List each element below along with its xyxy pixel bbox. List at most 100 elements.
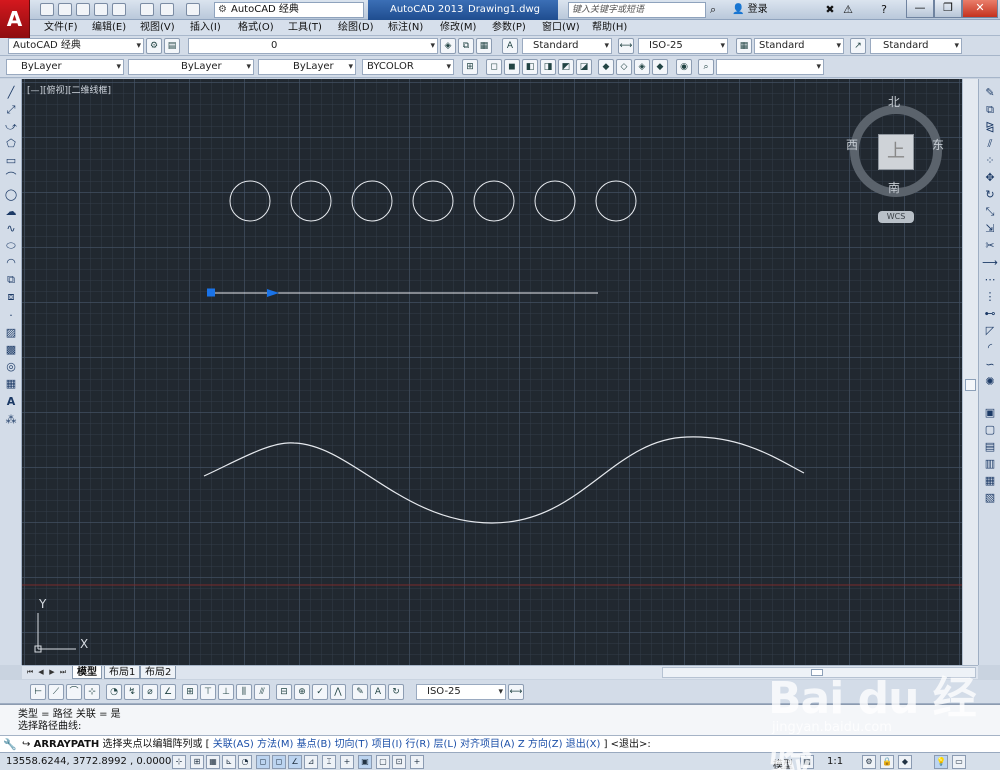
iso-nw-icon[interactable]: ◆ [652,59,668,75]
draworder-front-icon[interactable]: ▣ [982,405,998,420]
search-input[interactable]: 键入关键字或短语 [568,2,706,18]
chamfer-icon[interactable]: ◸ [982,323,998,338]
selection-cycling-icon[interactable]: ⊡ [392,755,406,769]
mirror-icon[interactable]: ⧎ [982,119,998,134]
revcloud-icon[interactable]: ☁ [3,204,19,219]
iso-sw-icon[interactable]: ◆ [598,59,614,75]
menu-parametric[interactable]: 参数(P) [492,21,526,35]
add-selected-icon[interactable]: ⁂ [3,412,19,427]
ordinate-icon[interactable]: ⊹ [84,684,100,700]
quick-dim-icon[interactable]: ⊞ [182,684,198,700]
object-snap-icon[interactable]: ◻ [256,755,270,769]
arc-icon[interactable]: ⌒ [3,170,19,185]
tab-layout2[interactable]: 布局2 [140,666,177,679]
array-circle[interactable] [351,180,393,222]
undo-icon[interactable] [160,3,174,16]
fillet-icon[interactable]: ◜ [982,340,998,355]
save-icon[interactable] [76,3,90,16]
menu-insert[interactable]: 插入(I) [190,21,221,35]
mtext-icon[interactable]: A [3,394,19,409]
clean-screen-icon[interactable]: ▭ [952,755,966,769]
menu-format[interactable]: 格式(O) [238,21,274,35]
vertical-scrollbar[interactable] [962,79,978,665]
option-rows[interactable]: 行(R) [406,739,431,750]
offset-icon[interactable]: ⫽ [982,136,998,151]
direction-grip[interactable] [267,289,279,297]
compass-east[interactable]: 东 [932,136,944,153]
compass-west[interactable]: 西 [846,136,858,153]
wrench-icon[interactable]: 🔧 [3,738,17,751]
base-grip[interactable] [207,288,215,297]
maximize-button[interactable]: ❐ [934,0,962,18]
app-menu-button[interactable]: A [0,0,30,38]
redo-icon[interactable] [186,3,200,16]
stretch-icon[interactable]: ⇲ [982,221,998,236]
array-icon[interactable]: ⁘ [982,153,998,168]
trim-icon[interactable]: ✂ [982,238,998,253]
baseline-icon[interactable]: ⊤ [200,684,216,700]
camera-icon[interactable]: ◉ [676,59,692,75]
workspace-combo[interactable]: AutoCAD 经典 [8,38,144,54]
inspect-icon[interactable]: ✓ [312,684,328,700]
linetype-combo[interactable]: ByLayer [128,59,254,75]
view-right-icon[interactable]: ◨ [540,59,556,75]
draworder-back-icon[interactable]: ▢ [982,422,998,437]
menu-draw[interactable]: 绘图(D) [338,21,374,35]
polygon-icon[interactable]: ⬠ [3,136,19,151]
jogged-linear-icon[interactable]: ⋀ [330,684,346,700]
table-style-icon[interactable]: ▦ [736,38,752,54]
text-style-combo[interactable]: Standard [522,38,612,54]
hardware-acceleration-icon[interactable]: ◆ [898,755,912,769]
option-associative[interactable]: 关联(AS) [213,739,254,750]
array-circle[interactable] [473,180,515,222]
point-icon[interactable]: · [3,308,19,323]
copy-icon[interactable]: ⧉ [982,102,998,117]
menu-dimension[interactable]: 标注(N) [388,21,423,35]
option-zdirection[interactable]: Z 方向(Z) [518,739,563,750]
workspace-switch-icon[interactable]: ⚙ [862,755,876,769]
array-circle[interactable] [595,180,637,222]
menu-view[interactable]: 视图(V) [140,21,175,35]
circle-icon[interactable]: ◯ [3,187,19,202]
continue-icon[interactable]: ⊥ [218,684,234,700]
layer-previous-icon[interactable]: ⧉ [458,38,474,54]
erase-icon[interactable]: ✎ [982,85,998,100]
dim-break-icon[interactable]: ⫻ [254,684,270,700]
dim-edit-icon[interactable]: ✎ [352,684,368,700]
hatch-back-icon[interactable]: ▧ [982,490,998,505]
menu-tools[interactable]: 工具(T) [288,21,322,35]
line-icon[interactable]: ╱ [3,85,19,100]
mleader-style-icon[interactable]: ↗ [850,38,866,54]
next-tab-icon[interactable]: ▶ [47,667,57,678]
login-button[interactable]: 👤 登录 [732,2,768,18]
dim-style-combo[interactable]: ISO-25 [638,38,728,54]
menu-window[interactable]: 窗口(W) [542,21,580,35]
lineweight-combo[interactable]: ByLayer [258,59,356,75]
isolate-objects-icon[interactable]: 💡 [934,755,948,769]
text-front-icon[interactable]: ▦ [982,473,998,488]
option-tangent[interactable]: 切向(T) [334,739,368,750]
compass-south[interactable]: 南 [888,179,900,196]
aligned-dim-icon[interactable]: ⟋ [48,684,64,700]
snap-mode-icon[interactable]: ⊞ [190,755,204,769]
gradient-icon[interactable]: ▩ [3,342,19,357]
workspace-select[interactable]: AutoCAD 经典 [214,2,364,18]
view-front-icon[interactable]: ◩ [558,59,574,75]
break-point-icon[interactable]: ⋯ [982,272,998,287]
layer-manager-icon[interactable]: ▤ [164,38,180,54]
option-align[interactable]: 对齐项目(A) [460,739,515,750]
polar-icon[interactable]: ◔ [238,755,252,769]
coordinate-readout[interactable]: 13558.6244, 3772.8992 , 0.0000 [6,756,171,767]
named-views-combo[interactable] [716,59,824,75]
option-levels[interactable]: 层(L) [433,739,456,750]
view-bottom-icon[interactable]: ◼ [504,59,520,75]
plotstyle-combo[interactable]: BYCOLOR [362,59,454,75]
iso-ne-icon[interactable]: ◈ [634,59,650,75]
explode-icon[interactable]: ✺ [982,374,998,389]
option-method[interactable]: 方法(M) [257,739,293,750]
draworder-above-icon[interactable]: ▤ [982,439,998,454]
drawing-canvas[interactable]: [—][俯视][二维线框] 北 南 东 西 上 WCS Y X [22,79,962,665]
blend-icon[interactable]: ∽ [982,357,998,372]
mleader-style-combo[interactable]: Standard [870,38,962,54]
dim-style-icon[interactable]: ⟷ [618,38,634,54]
